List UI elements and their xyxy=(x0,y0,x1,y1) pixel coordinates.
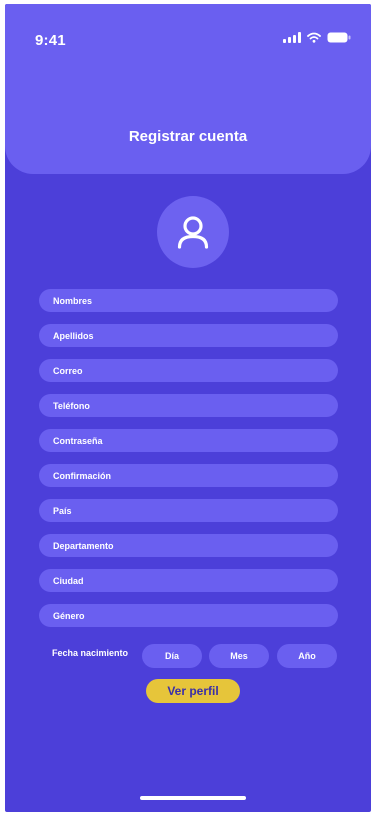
wifi-icon xyxy=(307,32,321,43)
status-icons xyxy=(283,32,351,43)
department-field[interactable]: Departamento xyxy=(39,534,338,557)
city-field[interactable]: Ciudad xyxy=(39,569,338,592)
status-time: 9:41 xyxy=(35,32,66,49)
country-field[interactable]: País xyxy=(39,499,338,522)
birth-year-select[interactable]: Año xyxy=(277,644,337,668)
header: 9:41 Registrar cuenta xyxy=(5,4,371,174)
phone-screen: 9:41 Registrar cuenta Nombres Apellidos … xyxy=(5,4,371,812)
view-profile-button[interactable]: Ver perfil xyxy=(146,679,240,703)
signal-icon xyxy=(283,32,301,43)
user-icon xyxy=(177,216,209,249)
home-indicator[interactable] xyxy=(140,796,246,800)
battery-icon xyxy=(327,32,351,43)
avatar[interactable] xyxy=(157,196,229,268)
phone-field[interactable]: Teléfono xyxy=(39,394,338,417)
first-name-field[interactable]: Nombres xyxy=(39,289,338,312)
password-field[interactable]: Contraseña xyxy=(39,429,338,452)
page-title: Registrar cuenta xyxy=(128,128,248,145)
gender-field[interactable]: Género xyxy=(39,604,338,627)
password-confirmation-field[interactable]: Confirmación xyxy=(39,464,338,487)
birth-date-label: Fecha nacimiento xyxy=(52,648,129,658)
email-field[interactable]: Correo xyxy=(39,359,338,382)
birth-day-select[interactable]: Día xyxy=(142,644,202,668)
last-name-field[interactable]: Apellidos xyxy=(39,324,338,347)
birth-month-select[interactable]: Mes xyxy=(209,644,269,668)
